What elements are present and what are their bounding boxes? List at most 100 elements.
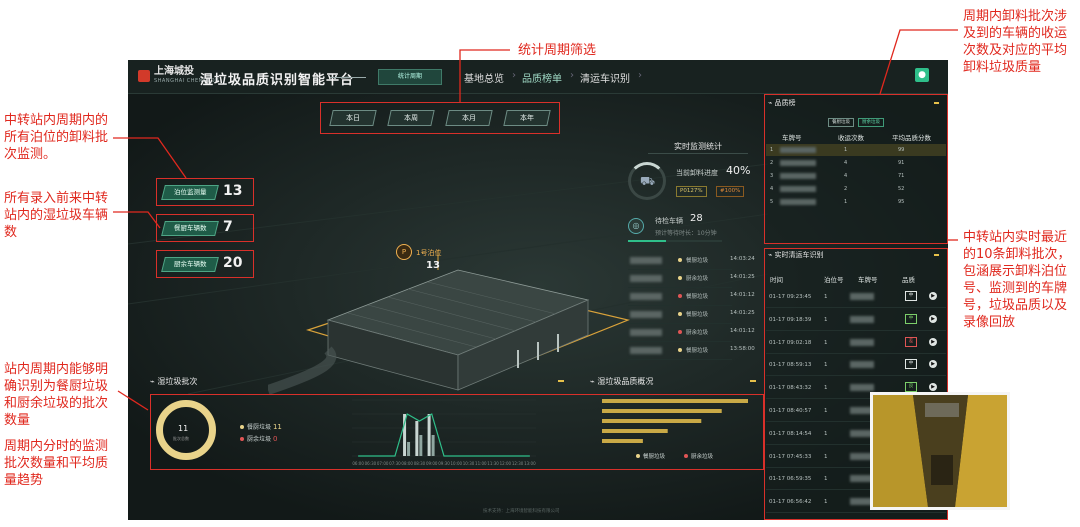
tab-month[interactable]: 本月: [445, 110, 493, 126]
play-icon[interactable]: ▶: [929, 314, 937, 323]
x-tick-label: 10:30: [463, 461, 475, 466]
table-row[interactable]: 5 1 95: [766, 196, 946, 208]
play-icon[interactable]: ▶: [929, 337, 937, 346]
truck-icon: ⛟: [640, 174, 656, 188]
list-item[interactable]: 厨余垃圾 14:01:25: [628, 270, 755, 288]
status-dot: [678, 330, 682, 334]
x-tick-label: 11:00: [475, 461, 487, 466]
x-tick-label: 11:30: [487, 461, 499, 466]
row-time: 01-17 08:43:32: [769, 385, 812, 392]
row-plate: [850, 384, 874, 392]
x-tick-label: 09:30: [438, 461, 450, 466]
list-item[interactable]: 餐厨垃圾 13:58:00: [628, 342, 755, 360]
quality-collapse-icon[interactable]: [934, 102, 939, 104]
bar: [431, 435, 435, 456]
x-tick-label: 08:30: [414, 461, 426, 466]
dock-label: 1号泊位: [416, 249, 442, 257]
table-row[interactable]: 01-17 09:18:39 1 中 ▶: [766, 309, 946, 331]
list-item[interactable]: 餐厨垃圾 14:03:24: [628, 252, 755, 270]
play-icon[interactable]: ▶: [929, 360, 937, 369]
quality-tab-kitchen[interactable]: 餐厨垃圾: [828, 118, 854, 127]
trend-line: [358, 413, 530, 457]
row-dock: 1: [824, 385, 828, 392]
annotation-quality: 周期内卸料批次涉及到的车辆的收运次数及对应的平均卸料垃圾质量: [963, 9, 1068, 75]
tab-week[interactable]: 本周: [387, 110, 435, 126]
table-row[interactable]: 01-17 09:02:18 1 差 ▶: [766, 332, 946, 354]
annotation-recognition: 站内周期内能够明确识别为餐厨垃圾和厨余垃圾的批次数量: [4, 362, 109, 428]
stat-household-vehicles[interactable]: 厨余车辆数 20: [156, 250, 254, 278]
tab-year[interactable]: 本年: [503, 110, 551, 126]
bar: [415, 421, 419, 456]
row-dock: 1: [824, 476, 828, 483]
table-row[interactable]: 2 4 91: [766, 157, 946, 169]
quality-tab-household[interactable]: 厨余垃圾: [858, 118, 884, 127]
table-row[interactable]: 01-17 09:23:45 1 中 ▶: [766, 286, 946, 308]
row-plate: [850, 315, 874, 323]
hbar-legend-household: 厨余垃圾: [684, 452, 713, 460]
live-header-plate: 车牌号: [858, 276, 878, 284]
x-tick-label: 09:00: [426, 461, 438, 466]
row-time: 01-17 06:56:42: [769, 499, 812, 506]
video-playback-thumbnail[interactable]: [870, 392, 1010, 510]
batch-collapse-icon[interactable]: [558, 380, 564, 382]
live-collapse-icon[interactable]: [934, 254, 939, 256]
hbar: [602, 419, 702, 423]
user-icon[interactable]: ●: [915, 68, 929, 82]
x-tick-label: 06:00: [352, 461, 364, 466]
dock-pin-icon[interactable]: P: [396, 244, 412, 260]
quality-header-score: 平均品质分数: [892, 134, 931, 142]
progress-tag-a: P0127%: [676, 186, 707, 197]
nav-separator: ›: [512, 70, 516, 81]
donut-value: 11: [178, 424, 189, 433]
stat-value: 13: [223, 183, 243, 199]
nav-overview[interactable]: 基地总览: [464, 70, 504, 85]
app-title: 湿垃圾品质识别智能平台: [200, 73, 355, 88]
row-dock: 1: [824, 430, 828, 437]
realtime-list: 餐厨垃圾 14:03:24 厨余垃圾 14:01:25 餐厨垃圾 14:01:12 餐…: [628, 252, 755, 360]
stat-kitchen-vehicles[interactable]: 餐厨车辆数 7: [156, 214, 254, 242]
tab-today[interactable]: 本日: [329, 110, 377, 126]
table-row[interactable]: 4 2 52: [766, 183, 946, 195]
row-time: 01-17 09:23:45: [769, 294, 812, 300]
table-row[interactable]: 3 4 71: [766, 170, 946, 182]
status-dot: [678, 294, 682, 298]
play-icon[interactable]: ▶: [929, 383, 937, 392]
play-icon[interactable]: ▶: [929, 292, 937, 300]
row-plate: [850, 361, 874, 369]
legend-dot: [240, 425, 244, 429]
status-dot: [678, 312, 682, 316]
bar: [419, 435, 423, 456]
hbar: [602, 399, 748, 403]
stat-dock-monitor[interactable]: 泊位监测量 13: [156, 178, 254, 206]
period-button[interactable]: 统计周期: [378, 69, 442, 85]
progress-tag-b: #100%: [716, 186, 745, 197]
nav-quality-ranking[interactable]: 品质榜单: [522, 70, 562, 85]
queue-value: 28: [690, 213, 703, 224]
dock-count: 13: [426, 260, 440, 271]
status-dot: [678, 258, 682, 262]
queue-label: 待检车辆: [655, 217, 683, 225]
list-item[interactable]: 餐厨垃圾 14:01:12: [628, 288, 755, 306]
quality-header-count: 收运次数: [838, 134, 864, 142]
stat-value: 7: [223, 219, 233, 235]
queue-subtitle: 预计等待时长：10分钟: [655, 230, 717, 237]
queue-progress-track: [628, 240, 722, 242]
period-tabs: 本日 本周 本月 本年: [320, 102, 560, 134]
row-dock: 1: [824, 362, 828, 369]
progress-label: 当前卸料进度: [676, 169, 718, 177]
stat-label: 厨余车辆数: [161, 257, 219, 272]
quality-collapse-icon[interactable]: [750, 380, 756, 382]
title-divider: [330, 77, 366, 78]
table-row[interactable]: 1 1 99: [766, 144, 946, 156]
list-item[interactable]: 餐厨垃圾 14:01:25: [628, 306, 755, 324]
table-row[interactable]: 01-17 08:59:13 1 中 ▶: [766, 354, 946, 377]
x-tick-label: 12:30: [512, 461, 524, 466]
nav-vehicle-recognition[interactable]: 清运车识别: [580, 70, 630, 85]
batch-title: ⌁ 湿垃圾批次: [150, 377, 198, 386]
quality-overview-title: ⌁ 湿垃圾品质概况: [590, 377, 654, 386]
row-time: 01-17 09:02:18: [769, 339, 812, 346]
annotation-period-filter: 统计周期筛选: [518, 43, 597, 58]
legend-household: 厨余垃圾 0: [240, 434, 277, 443]
hbar-legend-kitchen: 餐厨垃圾: [636, 452, 665, 460]
list-item[interactable]: 厨余垃圾 14:01:12: [628, 324, 755, 342]
